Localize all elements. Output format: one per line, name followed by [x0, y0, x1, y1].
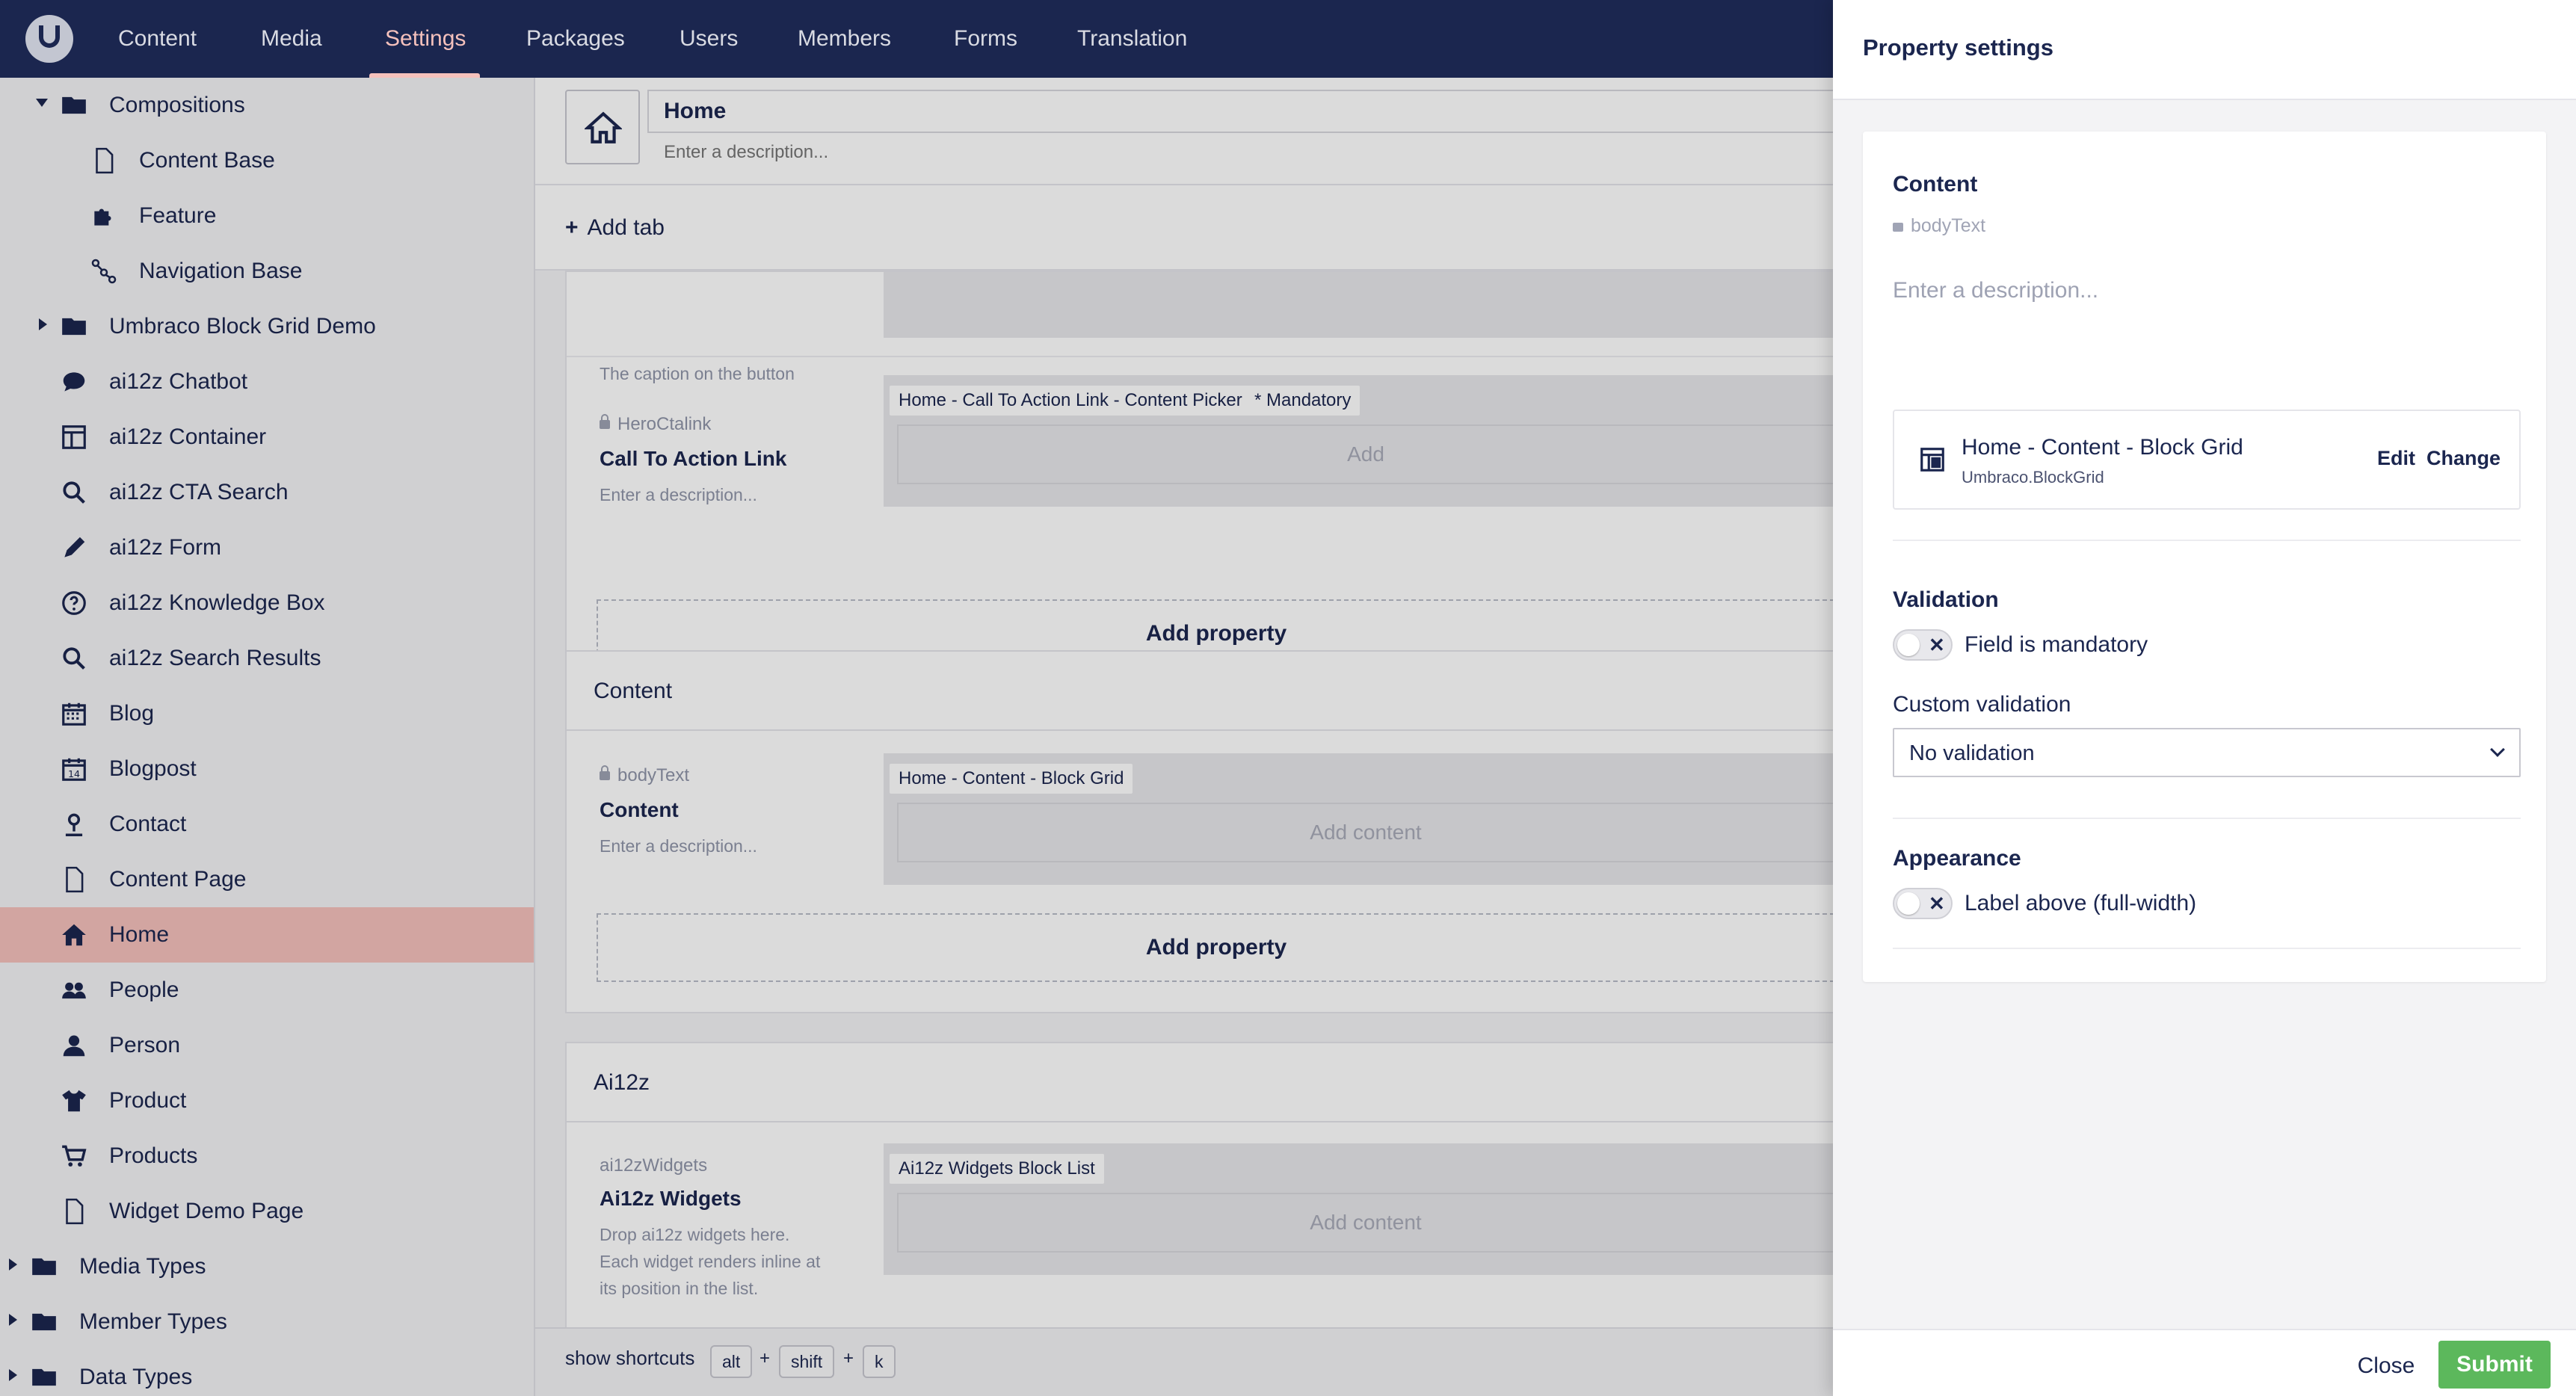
- panel-title: Property settings: [1863, 34, 2053, 61]
- selected-validation: No validation: [1909, 741, 2035, 765]
- property-settings-panel: Property settings Content bodyText Enter…: [1833, 0, 2576, 1396]
- property-description-input[interactable]: Enter a description...: [1893, 278, 2098, 303]
- nav-members[interactable]: Members: [798, 0, 891, 78]
- nav-content[interactable]: Content: [118, 0, 197, 78]
- nav-media[interactable]: Media: [261, 0, 322, 78]
- close-icon: ✕: [1929, 634, 1945, 656]
- nav-translation[interactable]: Translation: [1077, 0, 1187, 78]
- section-divider: [1893, 948, 2521, 949]
- custom-validation-heading: Custom validation: [1893, 692, 2071, 717]
- block-grid-icon: [1920, 448, 1944, 472]
- editor-alias: Umbraco.BlockGrid: [1962, 468, 2104, 487]
- nav-settings[interactable]: Settings: [385, 0, 466, 78]
- nav-forms[interactable]: Forms: [954, 0, 1017, 78]
- alias-text: bodyText: [1911, 215, 1986, 236]
- label-above-toggle[interactable]: ✕: [1893, 888, 1953, 919]
- change-editor-button[interactable]: Change: [2426, 447, 2500, 470]
- property-alias[interactable]: bodyText: [1893, 215, 1985, 237]
- toggle-knob: [1897, 892, 1920, 915]
- selected-property-editor: Home - Content - Block Grid Umbraco.Bloc…: [1893, 410, 2521, 510]
- lock-icon[interactable]: [1893, 223, 1903, 232]
- mandatory-label: Field is mandatory: [1965, 632, 2148, 657]
- close-icon: ✕: [1929, 892, 1945, 915]
- submit-button[interactable]: Submit: [2438, 1341, 2551, 1389]
- validation-heading: Validation: [1893, 587, 1999, 612]
- close-button[interactable]: Close: [2341, 1344, 2431, 1389]
- umbraco-logo-icon[interactable]: [25, 15, 73, 63]
- toggle-knob: [1897, 634, 1920, 656]
- modal-backdrop[interactable]: [0, 78, 1833, 1396]
- property-settings-card: Content bodyText Enter a description... …: [1863, 132, 2546, 982]
- nav-packages[interactable]: Packages: [526, 0, 625, 78]
- chevron-down-icon: [2490, 742, 2505, 757]
- panel-header: Property settings: [1833, 0, 2576, 100]
- property-name-input[interactable]: Content: [1893, 172, 1977, 197]
- section-divider: [1893, 818, 2521, 819]
- custom-validation-select[interactable]: No validation: [1893, 728, 2521, 777]
- label-above-label: Label above (full-width): [1965, 891, 2197, 915]
- nav-users[interactable]: Users: [680, 0, 738, 78]
- panel-footer: Close Submit: [1833, 1329, 2576, 1396]
- edit-editor-button[interactable]: Edit: [2377, 447, 2415, 470]
- mandatory-toggle[interactable]: ✕: [1893, 629, 1953, 661]
- section-divider: [1893, 540, 2521, 541]
- editor-name: Home - Content - Block Grid: [1962, 435, 2243, 460]
- appearance-heading: Appearance: [1893, 846, 2021, 871]
